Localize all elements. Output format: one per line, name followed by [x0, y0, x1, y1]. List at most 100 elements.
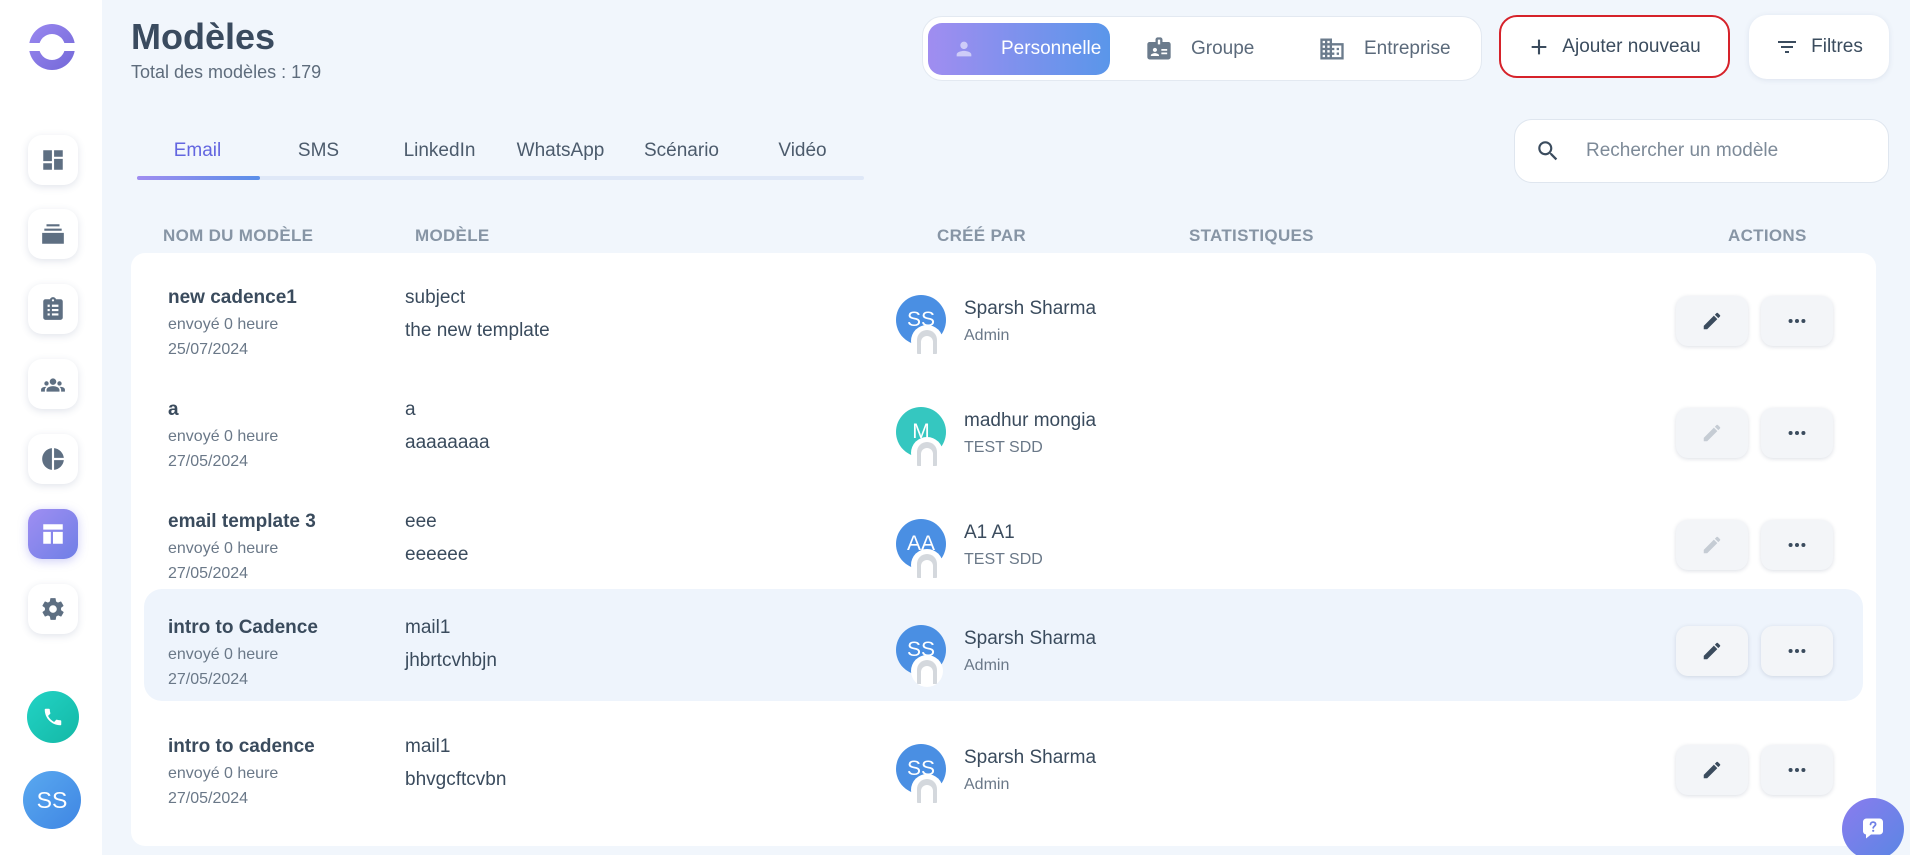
pencil-icon [1703, 761, 1721, 779]
edit-button[interactable] [1676, 296, 1748, 346]
creator-role: Admin [964, 327, 1010, 344]
more-horizontal-icon [1788, 430, 1806, 436]
template-name[interactable]: email template 3 [168, 511, 316, 533]
table-row[interactable]: a envoyé 0 heure 27/05/2024 a aaaaaaaa M… [144, 365, 1863, 477]
creator-role: TEST SDD [964, 551, 1043, 568]
tab-email[interactable]: Email [137, 140, 258, 162]
sidebar: SS [0, 0, 102, 855]
creator-name: Sparsh Sharma [964, 747, 1097, 768]
column-header-created-by[interactable]: CRÉÉ PAR [937, 226, 1026, 246]
column-header-statistics[interactable]: STATISTIQUES [1189, 226, 1314, 246]
column-header-name[interactable]: NOM DU MODÈLE [163, 226, 313, 246]
call-button[interactable] [27, 691, 79, 743]
scope-company[interactable]: Entreprise [1318, 23, 1468, 75]
tab-scenario[interactable]: Scénario [621, 140, 742, 162]
creator-name: A1 A1 [964, 522, 1015, 543]
template-name[interactable]: intro to cadence [168, 736, 315, 758]
cadence-stack-icon [42, 224, 64, 244]
creator-role: Admin [964, 776, 1010, 793]
tab-sms[interactable]: SMS [258, 140, 379, 162]
column-header-template[interactable]: MODÈLE [415, 226, 490, 246]
more-actions-button[interactable] [1761, 626, 1833, 676]
more-actions-button[interactable] [1761, 408, 1833, 458]
edit-button[interactable] [1676, 745, 1748, 795]
template-date: 27/05/2024 [168, 671, 249, 688]
pencil-icon [1703, 536, 1721, 554]
user-avatar[interactable]: SS [23, 771, 81, 829]
template-subject: subject [405, 287, 466, 308]
phone-icon [44, 708, 62, 726]
table-row[interactable]: intro to Cadence envoyé 0 heure 27/05/20… [144, 589, 1863, 701]
template-date: 27/05/2024 [168, 565, 249, 582]
scope-personal[interactable]: Personnelle [928, 23, 1110, 75]
tab-linkedin[interactable]: LinkedIn [379, 140, 500, 162]
template-name[interactable]: intro to Cadence [168, 617, 318, 639]
template-body-preview: jhbrtcvhbjn [405, 650, 497, 671]
edit-button-disabled [1676, 520, 1748, 570]
template-date: 25/07/2024 [168, 341, 249, 358]
total-templates-count: Total des modèles : 179 [131, 62, 322, 82]
templates-table: new cadence1 envoyé 0 heure 25/07/2024 s… [131, 253, 1876, 846]
sidebar-item-tasks[interactable] [28, 284, 78, 334]
help-chat-button[interactable] [1842, 798, 1904, 855]
user-placeholder-icon [911, 655, 943, 687]
pencil-icon [1703, 312, 1721, 330]
template-date: 27/05/2024 [168, 453, 249, 470]
creator-name: madhur mongia [964, 410, 1097, 431]
scope-personal-label: Personnelle [1001, 38, 1102, 59]
search-input[interactable] [1586, 140, 1876, 162]
user-placeholder-icon [911, 774, 943, 806]
template-body-preview: the new template [405, 320, 550, 341]
people-icon [41, 378, 65, 392]
sidebar-item-settings[interactable] [28, 584, 78, 634]
creator-role: TEST SDD [964, 439, 1043, 456]
more-horizontal-icon [1788, 767, 1806, 773]
page-title: Modèles [131, 16, 276, 57]
table-row[interactable]: intro to cadence envoyé 0 heure 27/05/20… [144, 702, 1863, 814]
user-placeholder-icon [911, 437, 943, 469]
pencil-icon [1703, 642, 1721, 660]
sidebar-item-reports[interactable] [28, 434, 78, 484]
more-actions-button[interactable] [1761, 520, 1833, 570]
add-new-template-button[interactable]: Ajouter nouveau [1499, 15, 1730, 78]
more-actions-button[interactable] [1761, 745, 1833, 795]
sidebar-item-people[interactable] [28, 359, 78, 409]
help-chat-icon [1863, 818, 1883, 839]
contact-card-icon [1147, 37, 1171, 60]
template-body-preview: eeeeee [405, 544, 469, 565]
creator-name: Sparsh Sharma [964, 628, 1097, 649]
sidebar-item-cadences[interactable] [28, 209, 78, 259]
tasks-clipboard-icon [43, 297, 63, 320]
table-row[interactable]: new cadence1 envoyé 0 heure 25/07/2024 s… [144, 253, 1863, 365]
scope-group[interactable]: Groupe [1145, 23, 1275, 75]
tab-whatsapp[interactable]: WhatsApp [500, 140, 621, 162]
template-body-preview: aaaaaaaa [405, 432, 490, 453]
sidebar-item-templates[interactable] [28, 509, 78, 559]
gear-icon [42, 598, 64, 620]
column-header-actions: ACTIONS [1728, 226, 1807, 245]
template-subject: eee [405, 511, 437, 532]
scope-company-label: Entreprise [1364, 38, 1451, 59]
search-icon [1538, 141, 1558, 161]
creator-name: Sparsh Sharma [964, 298, 1097, 319]
more-horizontal-icon [1788, 648, 1806, 654]
app-logo[interactable] [29, 24, 75, 70]
tab-video[interactable]: Vidéo [742, 140, 863, 162]
building-icon [1320, 38, 1344, 60]
more-actions-button[interactable] [1761, 296, 1833, 346]
scope-group-label: Groupe [1191, 38, 1255, 59]
edit-button[interactable] [1676, 626, 1748, 676]
dashboard-icon [43, 150, 63, 170]
add-new-label: Ajouter nouveau [1562, 35, 1701, 57]
edit-button-disabled [1676, 408, 1748, 458]
template-name[interactable]: new cadence1 [168, 287, 297, 309]
template-sent-info: envoyé 0 heure [168, 540, 279, 557]
filters-button[interactable]: Filtres [1749, 15, 1889, 79]
template-name[interactable]: a [168, 399, 179, 421]
sidebar-item-dashboard[interactable] [28, 135, 78, 185]
filter-icon [1778, 41, 1797, 53]
templates-icon [43, 524, 63, 544]
table-row[interactable]: email template 3 envoyé 0 heure 27/05/20… [144, 477, 1863, 589]
template-sent-info: envoyé 0 heure [168, 428, 279, 445]
person-icon [956, 41, 972, 57]
